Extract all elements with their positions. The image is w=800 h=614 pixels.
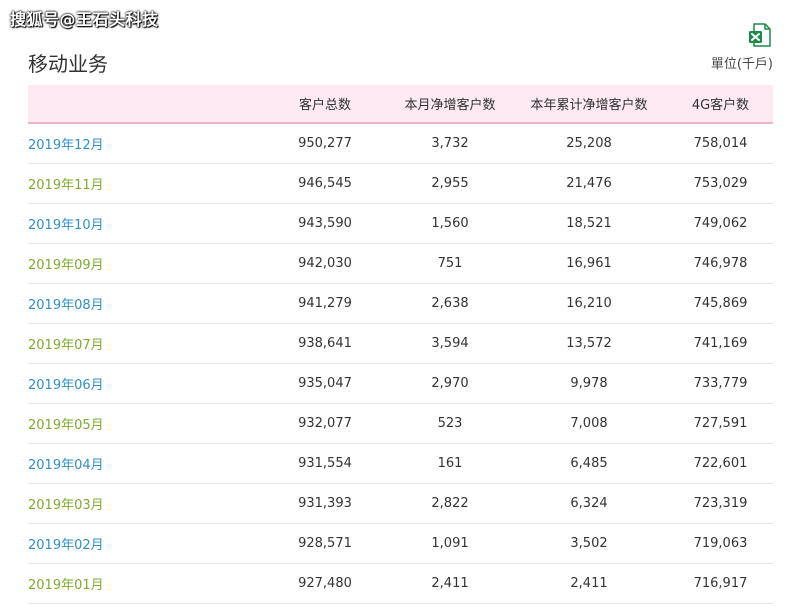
- table-row: 2019年11月 946,545 2,955 21,476 753,029: [28, 163, 773, 203]
- month-cell: 2019年07月: [28, 323, 260, 363]
- ytd-net-add-cell: 16,961: [566, 255, 612, 271]
- month-cell: 2019年10月: [28, 203, 260, 243]
- ytd-net-add-cell: 18,521: [566, 215, 612, 231]
- table-row: 2019年03月 931,393 2,822 6,324 723,319: [28, 483, 773, 523]
- monthly-net-add-cell: 3,594: [431, 335, 469, 351]
- 4g-customers-cell: 753,029: [693, 175, 748, 191]
- section-title: 移动业务: [28, 52, 108, 76]
- 4g-customers-cell: 733,779: [693, 375, 748, 391]
- month-cell: 2019年03月: [28, 483, 260, 523]
- month-link[interactable]: 2019年09月: [28, 258, 104, 273]
- month-cell: 2019年11月: [28, 163, 260, 203]
- 4g-customers-cell: 716,917: [693, 575, 748, 591]
- month-cell: 2019年06月: [28, 363, 260, 403]
- month-link[interactable]: 2019年12月: [28, 138, 104, 153]
- monthly-net-add-cell: 161: [437, 455, 463, 471]
- month-link[interactable]: 2019年10月: [28, 218, 104, 233]
- 4g-customers-cell: 719,063: [693, 535, 748, 551]
- table-row: 2019年07月 938,641 3,594 13,572 741,169: [28, 323, 773, 363]
- excel-export-button[interactable]: [747, 22, 773, 48]
- total-customers-cell: 946,545: [298, 175, 352, 191]
- monthly-net-add-cell: 1,560: [431, 215, 469, 231]
- monthly-net-add-cell: 2,970: [431, 375, 469, 391]
- header-month: [28, 85, 260, 123]
- total-customers-cell: 935,047: [298, 375, 352, 391]
- ytd-net-add-cell: 2,411: [570, 575, 608, 591]
- month-cell: 2019年01月: [28, 563, 260, 603]
- table-row: 2019年04月 931,554 161 6,485 722,601: [28, 443, 773, 483]
- month-cell: 2019年02月: [28, 523, 260, 563]
- monthly-net-add-cell: 751: [437, 255, 463, 271]
- ytd-net-add-cell: 9,978: [570, 375, 608, 391]
- month-cell: 2019年05月: [28, 403, 260, 443]
- ytd-net-add-cell: 16,210: [566, 295, 612, 311]
- total-customers-cell: 943,590: [298, 215, 352, 231]
- table-row: 2019年01月 927,480 2,411 2,411 716,917: [28, 563, 773, 603]
- 4g-customers-cell: 722,601: [693, 455, 748, 471]
- total-customers-cell: 950,277: [298, 135, 352, 151]
- total-customers-cell: 942,030: [298, 255, 352, 271]
- month-link[interactable]: 2019年04月: [28, 458, 104, 473]
- unit-label: 單位(千戶): [710, 57, 773, 72]
- month-link[interactable]: 2019年08月: [28, 298, 104, 313]
- 4g-customers-cell: 741,169: [693, 335, 748, 351]
- table-row: 2019年10月 943,590 1,560 18,521 749,062: [28, 203, 773, 243]
- table-body: 2019年12月 950,277 3,732 25,208 758,014 2019年11…: [28, 123, 773, 603]
- month-cell: 2019年08月: [28, 283, 260, 323]
- total-customers-cell: 927,480: [298, 575, 352, 591]
- table-row: 2019年05月 932,077 523 7,008 727,591: [28, 403, 773, 443]
- table-row: 2019年09月 942,030 751 16,961 746,978: [28, 243, 773, 283]
- total-customers-cell: 938,641: [298, 335, 352, 351]
- month-link[interactable]: 2019年07月: [28, 338, 104, 353]
- watermark: 搜狐号@王石头科技: [10, 10, 159, 29]
- table-row: 2019年02月 928,571 1,091 3,502 719,063: [28, 523, 773, 563]
- header-4g-customers: 4G客户数: [691, 98, 750, 113]
- month-link[interactable]: 2019年06月: [28, 378, 104, 393]
- monthly-net-add-cell: 2,822: [431, 495, 469, 511]
- excel-export-icon: [749, 23, 771, 47]
- ytd-net-add-cell: 3,502: [570, 535, 608, 551]
- total-customers-cell: 931,554: [298, 455, 352, 471]
- month-link[interactable]: 2019年05月: [28, 418, 104, 433]
- ytd-net-add-cell: 6,485: [570, 455, 608, 471]
- ytd-net-add-cell: 6,324: [570, 495, 608, 511]
- monthly-net-add-cell: 2,411: [431, 575, 469, 591]
- total-customers-cell: 931,393: [298, 495, 352, 511]
- 4g-customers-cell: 758,014: [693, 135, 748, 151]
- table-row: 2019年06月 935,047 2,970 9,978 733,779: [28, 363, 773, 403]
- 4g-customers-cell: 727,591: [693, 415, 748, 431]
- header-total-customers: 客户总数: [298, 98, 351, 113]
- header-ytd-net-add: 本年累计净增客户数: [530, 98, 648, 113]
- ytd-net-add-cell: 7,008: [570, 415, 608, 431]
- total-customers-cell: 932,077: [298, 415, 352, 431]
- total-customers-cell: 941,279: [298, 295, 352, 311]
- month-link[interactable]: 2019年03月: [28, 498, 104, 513]
- 4g-customers-cell: 746,978: [693, 255, 748, 271]
- mobile-business-table: 客户总数 本月净增客户数 本年累计净增客户数 4G客户数 2019年12月 950…: [28, 85, 773, 604]
- monthly-net-add-cell: 2,955: [431, 175, 469, 191]
- month-link[interactable]: 2019年01月: [28, 578, 104, 593]
- ytd-net-add-cell: 21,476: [566, 175, 612, 191]
- month-link[interactable]: 2019年02月: [28, 538, 104, 553]
- total-customers-cell: 928,571: [298, 535, 352, 551]
- month-link[interactable]: 2019年11月: [28, 178, 104, 193]
- table-row: 2019年12月 950,277 3,732 25,208 758,014: [28, 123, 773, 163]
- monthly-net-add-cell: 2,638: [431, 295, 469, 311]
- month-cell: 2019年09月: [28, 243, 260, 283]
- table-row: 2019年08月 941,279 2,638 16,210 745,869: [28, 283, 773, 323]
- month-cell: 2019年12月: [28, 123, 260, 163]
- monthly-net-add-cell: 523: [437, 415, 463, 431]
- ytd-net-add-cell: 25,208: [566, 135, 612, 151]
- monthly-net-add-cell: 3,732: [431, 135, 469, 151]
- header-monthly-net-add: 本月净增客户数: [404, 98, 496, 113]
- 4g-customers-cell: 749,062: [693, 215, 748, 231]
- 4g-customers-cell: 745,869: [693, 295, 748, 311]
- table-header-row: 客户总数 本月净增客户数 本年累计净增客户数 4G客户数: [28, 85, 773, 123]
- monthly-net-add-cell: 1,091: [431, 535, 469, 551]
- month-cell: 2019年04月: [28, 443, 260, 483]
- 4g-customers-cell: 723,319: [693, 495, 748, 511]
- ytd-net-add-cell: 13,572: [566, 335, 612, 351]
